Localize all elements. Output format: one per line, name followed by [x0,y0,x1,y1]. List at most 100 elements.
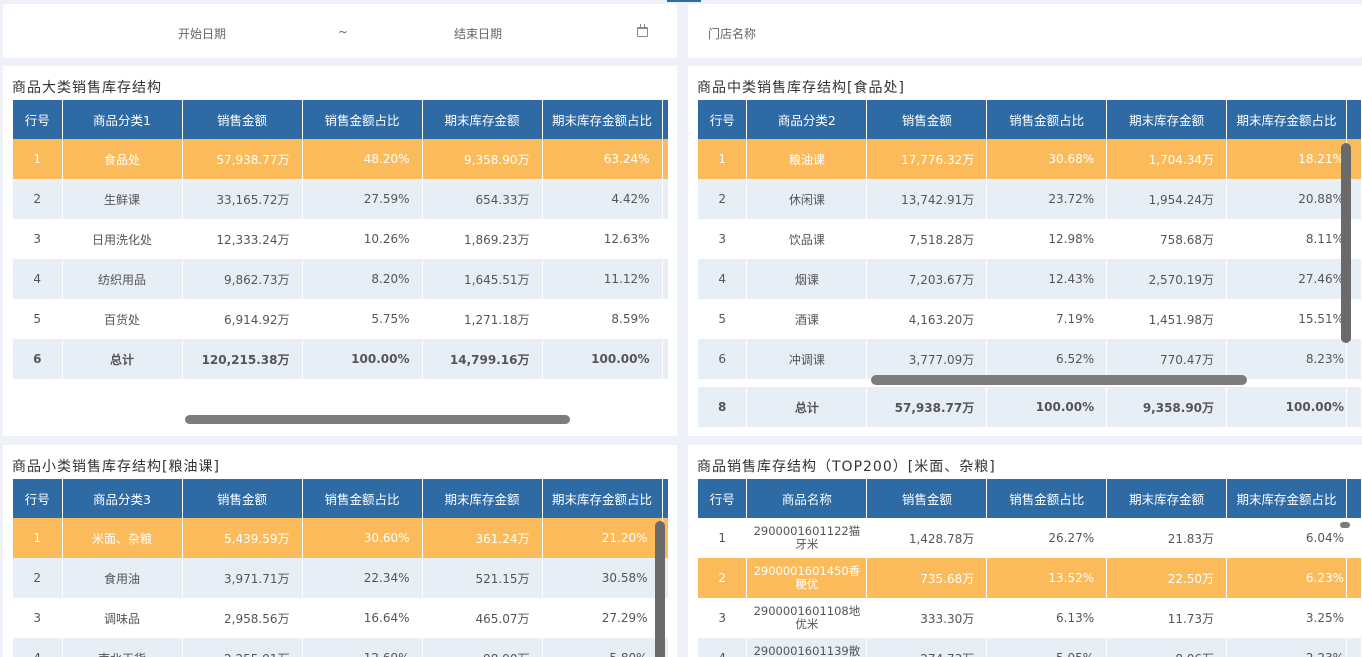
cell: 9,862.73万 [182,259,302,299]
horizontal-scrollbar[interactable] [871,375,1247,385]
cell: 3 [13,219,62,259]
cell [662,339,668,379]
cell: 休闲课 [747,179,867,219]
cell: 6 [698,339,747,379]
table-row[interactable]: 3饮品课7,518.28万12.98%758.68万8.11% [698,219,1362,259]
table-row[interactable]: 5酒课4,163.20万7.19%1,451.98万15.51% [698,299,1362,339]
table-row[interactable]: 3调味品2,958.56万16.64%465.07万27.29% [13,598,668,638]
col-header[interactable]: 行号 [698,479,747,518]
cell: 18.21% [1227,139,1347,179]
col-header[interactable]: 期末库存金额占比 [1227,479,1347,518]
cell: 1 [13,139,62,179]
store-filter[interactable]: 门店名称 [688,4,1362,58]
col-header[interactable]: 销售金额 [182,100,302,139]
cell: 6.52% [987,339,1107,379]
cell: 27.29% [542,598,662,638]
cell: 3,777.09万 [867,339,987,379]
col-header[interactable]: 商品分类3 [62,479,182,518]
table-row[interactable]: 32900001601108地优米333.30万6.13%11.73万3.25% [698,598,1362,638]
cell: 13.52% [987,558,1107,598]
table-row[interactable]: 6冲调课3,777.09万6.52%770.47万8.23% [698,339,1362,379]
cell: 9,358.90万 [422,139,542,179]
table-row[interactable]: 1食品处57,938.77万48.20%9,358.90万63.24% [13,139,668,179]
cell [1346,387,1361,427]
cell [662,259,668,299]
cell: 2 [698,179,747,219]
cell: 465.07万 [422,598,542,638]
cell [662,219,668,259]
table-row[interactable]: 4烟课7,203.67万12.43%2,570.19万27.46% [698,259,1362,299]
cell: 26.27% [987,518,1107,558]
store-name-input[interactable]: 门店名称 [708,25,756,42]
cell: 3.25% [1227,598,1347,638]
col-header[interactable]: 期末库存金额 [1107,479,1227,518]
start-date-input[interactable]: 开始日期 [178,25,226,42]
cell: 48.20% [302,139,422,179]
cell: 2,570.19万 [1107,259,1227,299]
col-header[interactable]: 销售金额占比 [302,100,422,139]
cell: 3 [13,598,62,638]
table-row[interactable]: 22900001601450香粳优735.68万13.52%22.50万6.23… [698,558,1362,598]
cell: 1,704.34万 [1107,139,1227,179]
cell: 1 [698,139,747,179]
col-header[interactable]: 行号 [698,100,747,139]
col-header[interactable]: 期末库存金额占比 [542,100,662,139]
cell: 6,914.92万 [182,299,302,339]
cell: 27.59% [302,179,422,219]
col-header[interactable]: 期末库存金额占比 [542,479,662,518]
cell: 2 [13,179,62,219]
horizontal-scrollbar[interactable] [185,415,570,424]
cell: 百货处 [62,299,182,339]
cell: 日用洗化处 [62,219,182,259]
col-header[interactable]: 期末库存金额 [422,479,542,518]
cell: 6.04% [1227,518,1347,558]
table-row[interactable]: 1粮油课17,776.32万30.68%1,704.34万18.21% [698,139,1362,179]
col-header[interactable]: 商品名称 [747,479,867,518]
cell: 8.59% [542,299,662,339]
col-header[interactable]: 销售金额 [867,100,987,139]
vertical-scrollbar[interactable] [1340,522,1350,528]
cell: 11.12% [542,259,662,299]
end-date-input[interactable]: 结束日期 [454,25,502,42]
col-header[interactable]: 期末库存金额 [422,100,542,139]
table-row[interactable]: 12900001601122猫牙米1,428.78万26.27%21.83万6.… [698,518,1362,558]
cell: 1 [698,518,747,558]
table-row[interactable]: 42900001601139散装米274.73万5.05%8.06万2.23% [698,638,1362,657]
cell: 12.43% [987,259,1107,299]
col-header[interactable]: 商品分类2 [747,100,867,139]
table-row[interactable]: 1米面、杂粮5,439.59万30.60%361.24万21.20% [13,518,668,558]
col-header[interactable]: 行号 [13,479,62,518]
cell: 16.64% [302,598,422,638]
col-header[interactable]: 销售金额占比 [987,479,1107,518]
cell: 12,333.24万 [182,219,302,259]
vertical-scrollbar[interactable] [1341,143,1351,343]
table-row[interactable]: 2食用油3,971.71万22.34%521.15万30.58% [13,558,668,598]
vertical-scrollbar[interactable] [655,521,665,657]
cell [1346,339,1361,379]
date-separator: ~ [338,25,348,39]
table-row[interactable]: 3日用洗化处12,333.24万10.26%1,869.23万12.63% [13,219,668,259]
table-row[interactable]: 4纺织用品9,862.73万8.20%1,645.51万11.12% [13,259,668,299]
table-row[interactable]: 2生鲜课33,165.72万27.59%654.33万4.42% [13,179,668,219]
calendar-icon[interactable] [637,27,648,37]
date-range-filter[interactable]: 开始日期 ~ 结束日期 [3,4,677,58]
table-row[interactable]: 2休闲课13,742.91万23.72%1,954.24万20.88% [698,179,1362,219]
table-row[interactable]: 4南北干货2,255.91万12.69%98.90万5.80% [13,638,668,657]
col-header[interactable]: 销售金额 [182,479,302,518]
cell: 2,255.91万 [182,638,302,657]
cell: 15.51% [1227,299,1347,339]
cell: 4,163.20万 [867,299,987,339]
cell: 2900001601122猫牙米 [747,518,867,558]
cell: 33,165.72万 [182,179,302,219]
col-header[interactable]: 期末库存金额占比 [1227,100,1347,139]
table-header: 行号 商品分类3 销售金额 销售金额占比 期末库存金额 期末库存金额占比 [13,479,668,518]
col-header[interactable]: 销售金额占比 [987,100,1107,139]
category-l3-panel: 商品小类销售库存结构[粮油课] 行号 商品分类3 销售金额 销售金额占比 期末库… [3,445,677,657]
table-row[interactable]: 5百货处6,914.92万5.75%1,271.18万8.59% [13,299,668,339]
col-header[interactable]: 销售金额占比 [302,479,422,518]
col-header[interactable]: 销售金额 [867,479,987,518]
col-header[interactable]: 商品分类1 [62,100,182,139]
cell: 烟课 [747,259,867,299]
col-header[interactable]: 期末库存金额 [1107,100,1227,139]
col-header[interactable]: 行号 [13,100,62,139]
